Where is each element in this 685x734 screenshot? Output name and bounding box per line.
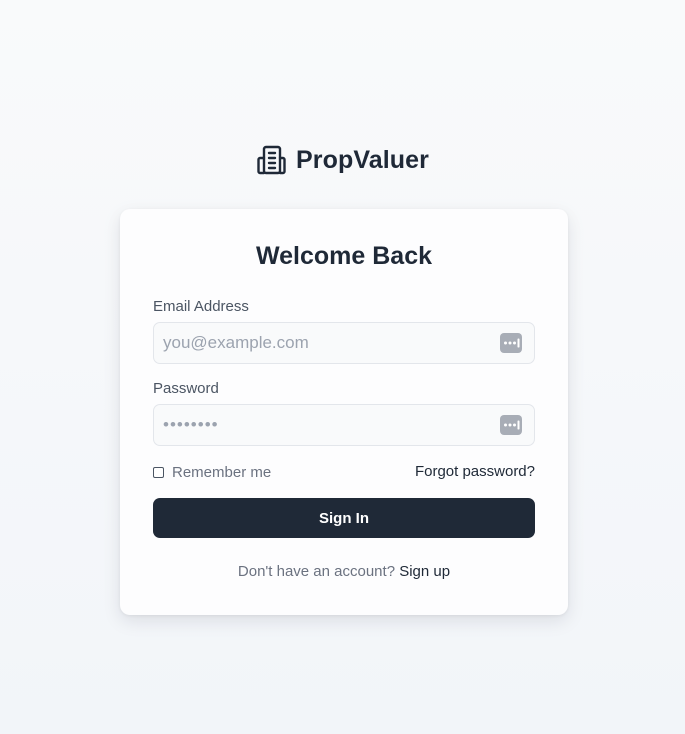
signup-prompt: Don't have an account? [237,563,396,580]
forgot-password-link[interactable]: Forgot password? [415,463,535,480]
remember-me-label[interactable]: Remember me [172,464,271,481]
sign-in-button[interactable]: Sign In [153,498,535,538]
password-field-wrapper [153,404,535,446]
login-card: Welcome Back Email Address Password [120,209,568,615]
building-icon [256,144,288,176]
brand-name: PropValuer [296,145,429,174]
brand-header: PropValuer [0,144,685,176]
remember-me-checkbox[interactable] [153,467,164,478]
email-label: Email Address [153,298,249,315]
email-field-wrapper [153,322,535,364]
signup-prompt-line: Don't have an account? Sign up [120,563,568,580]
password-manager-key-icon[interactable] [500,415,522,435]
email-input[interactable] [154,323,534,363]
sign-up-link[interactable]: Sign up [399,563,450,580]
password-manager-key-icon[interactable] [500,333,522,353]
password-input[interactable] [154,405,534,445]
password-label: Password [153,380,219,397]
remember-me: Remember me [153,464,271,481]
page-title: Welcome Back [255,242,432,270]
